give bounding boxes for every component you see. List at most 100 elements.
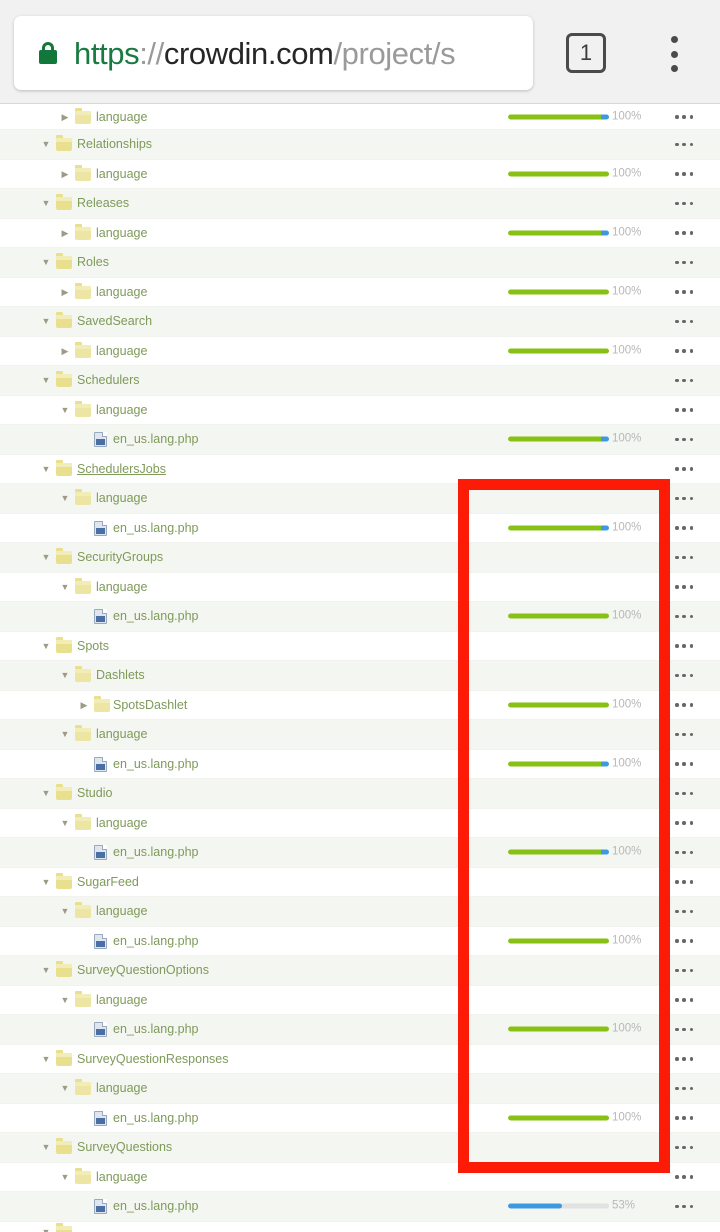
row-menu-button[interactable] bbox=[675, 555, 693, 559]
folder-name[interactable]: language bbox=[96, 1171, 147, 1184]
chevron-right-icon[interactable] bbox=[59, 227, 71, 239]
row-menu-button[interactable] bbox=[675, 290, 693, 294]
tree-row[interactable]: SurveyQuestions bbox=[0, 1133, 720, 1163]
tab-count-button[interactable]: 1 bbox=[566, 33, 606, 73]
folder-name[interactable]: SecurityGroups bbox=[77, 551, 163, 564]
folder-name[interactable]: SugarFeed bbox=[77, 876, 139, 889]
chevron-down-icon[interactable] bbox=[40, 256, 52, 268]
row-menu-button[interactable] bbox=[675, 115, 693, 119]
folder-name[interactable]: SurveyQuestionResponses bbox=[77, 1053, 228, 1066]
chevron-down-icon[interactable] bbox=[40, 197, 52, 209]
tree-row[interactable]: SurveyQuestionResponses bbox=[0, 1044, 720, 1074]
chevron-down-icon[interactable] bbox=[59, 404, 71, 416]
tree-row[interactable]: en_us.lang.php 100% bbox=[0, 1015, 720, 1045]
tree-row[interactable]: language bbox=[0, 572, 720, 602]
row-menu-button[interactable] bbox=[675, 1086, 693, 1090]
folder-name[interactable]: language bbox=[96, 404, 147, 417]
chevron-down-icon[interactable] bbox=[40, 315, 52, 327]
row-menu-button[interactable] bbox=[675, 909, 693, 913]
chevron-down-icon[interactable] bbox=[40, 876, 52, 888]
tree-row[interactable]: language 100% bbox=[0, 336, 720, 366]
file-name[interactable]: en_us.lang.php bbox=[113, 758, 199, 771]
chevron-down-icon[interactable] bbox=[40, 551, 52, 563]
chevron-right-icon[interactable] bbox=[59, 168, 71, 180]
folder-name[interactable]: language bbox=[96, 905, 147, 918]
row-menu-button[interactable] bbox=[675, 821, 693, 825]
tree-row[interactable]: language bbox=[0, 808, 720, 838]
tree-row[interactable]: en_us.lang.php 100% bbox=[0, 1103, 720, 1133]
row-menu-button[interactable] bbox=[675, 526, 693, 530]
tree-row[interactable]: en_us.lang.php 100% bbox=[0, 749, 720, 779]
tree-row[interactable]: en_us.lang.php 100% bbox=[0, 425, 720, 455]
tree-row[interactable] bbox=[0, 1221, 720, 1232]
chevron-down-icon[interactable] bbox=[40, 374, 52, 386]
row-menu-button[interactable] bbox=[675, 880, 693, 884]
tree-row[interactable]: language 100% bbox=[0, 159, 720, 189]
folder-name[interactable]: SurveyQuestions bbox=[77, 1141, 172, 1154]
row-menu-button[interactable] bbox=[675, 142, 693, 146]
browser-menu-button[interactable] bbox=[664, 36, 684, 72]
row-menu-button[interactable] bbox=[675, 231, 693, 235]
file-name[interactable]: en_us.lang.php bbox=[113, 1200, 199, 1213]
tree-row[interactable]: Spots bbox=[0, 631, 720, 661]
tree-row[interactable]: en_us.lang.php 100% bbox=[0, 602, 720, 632]
chevron-down-icon[interactable] bbox=[40, 1226, 52, 1232]
folder-name[interactable]: language bbox=[96, 492, 147, 505]
row-menu-button[interactable] bbox=[675, 673, 693, 677]
row-menu-button[interactable] bbox=[675, 378, 693, 382]
folder-name[interactable]: language bbox=[96, 168, 147, 181]
folder-name[interactable]: language bbox=[96, 286, 147, 299]
row-menu-button[interactable] bbox=[675, 762, 693, 766]
file-name[interactable]: en_us.lang.php bbox=[113, 1023, 199, 1036]
chevron-down-icon[interactable] bbox=[59, 1171, 71, 1183]
tree-row[interactable]: en_us.lang.php 100% bbox=[0, 838, 720, 868]
tree-row[interactable]: language bbox=[0, 720, 720, 750]
row-menu-button[interactable] bbox=[675, 644, 693, 648]
row-menu-button[interactable] bbox=[675, 467, 693, 471]
row-menu-button[interactable] bbox=[675, 408, 693, 412]
folder-name[interactable]: Dashlets bbox=[96, 669, 145, 682]
chevron-right-icon[interactable] bbox=[59, 286, 71, 298]
row-menu-button[interactable] bbox=[675, 1175, 693, 1179]
chevron-down-icon[interactable] bbox=[59, 492, 71, 504]
tree-row[interactable]: language bbox=[0, 484, 720, 514]
tree-row[interactable]: SecurityGroups bbox=[0, 543, 720, 573]
folder-name[interactable]: language bbox=[96, 345, 147, 358]
row-menu-button[interactable] bbox=[675, 437, 693, 441]
chevron-down-icon[interactable] bbox=[59, 817, 71, 829]
chevron-down-icon[interactable] bbox=[59, 994, 71, 1006]
tree-row[interactable]: Releases bbox=[0, 189, 720, 219]
folder-name[interactable]: Spots bbox=[77, 640, 109, 653]
chevron-down-icon[interactable] bbox=[40, 463, 52, 475]
chevron-down-icon[interactable] bbox=[40, 787, 52, 799]
folder-name[interactable]: language bbox=[96, 817, 147, 830]
folder-name[interactable]: language bbox=[96, 994, 147, 1007]
tree-row[interactable]: Relationships bbox=[0, 130, 720, 160]
chevron-down-icon[interactable] bbox=[59, 581, 71, 593]
row-menu-button[interactable] bbox=[675, 998, 693, 1002]
chevron-down-icon[interactable] bbox=[59, 669, 71, 681]
tree-row[interactable]: Studio bbox=[0, 779, 720, 809]
chevron-right-icon[interactable] bbox=[59, 111, 71, 123]
folder-name[interactable]: language bbox=[96, 111, 147, 124]
chevron-down-icon[interactable] bbox=[40, 138, 52, 150]
chevron-down-icon[interactable] bbox=[40, 1141, 52, 1153]
chevron-right-icon[interactable] bbox=[78, 699, 90, 711]
tree-row[interactable]: SavedSearch bbox=[0, 307, 720, 337]
file-name[interactable]: en_us.lang.php bbox=[113, 935, 199, 948]
folder-name[interactable]: SchedulersJobs bbox=[77, 463, 166, 476]
chevron-down-icon[interactable] bbox=[59, 728, 71, 740]
tree-row[interactable]: language 100% bbox=[0, 218, 720, 248]
row-menu-button[interactable] bbox=[675, 1204, 693, 1208]
row-menu-button[interactable] bbox=[675, 850, 693, 854]
tree-row[interactable]: en_us.lang.php 53% bbox=[0, 1192, 720, 1222]
row-menu-button[interactable] bbox=[675, 614, 693, 618]
row-menu-button[interactable] bbox=[675, 1116, 693, 1120]
tree-row[interactable]: language bbox=[0, 1074, 720, 1104]
chevron-down-icon[interactable] bbox=[59, 905, 71, 917]
row-menu-button[interactable] bbox=[675, 703, 693, 707]
file-name[interactable]: en_us.lang.php bbox=[113, 1112, 199, 1125]
chevron-down-icon[interactable] bbox=[40, 964, 52, 976]
row-menu-button[interactable] bbox=[675, 1027, 693, 1031]
folder-name[interactable]: SpotsDashlet bbox=[113, 699, 187, 712]
